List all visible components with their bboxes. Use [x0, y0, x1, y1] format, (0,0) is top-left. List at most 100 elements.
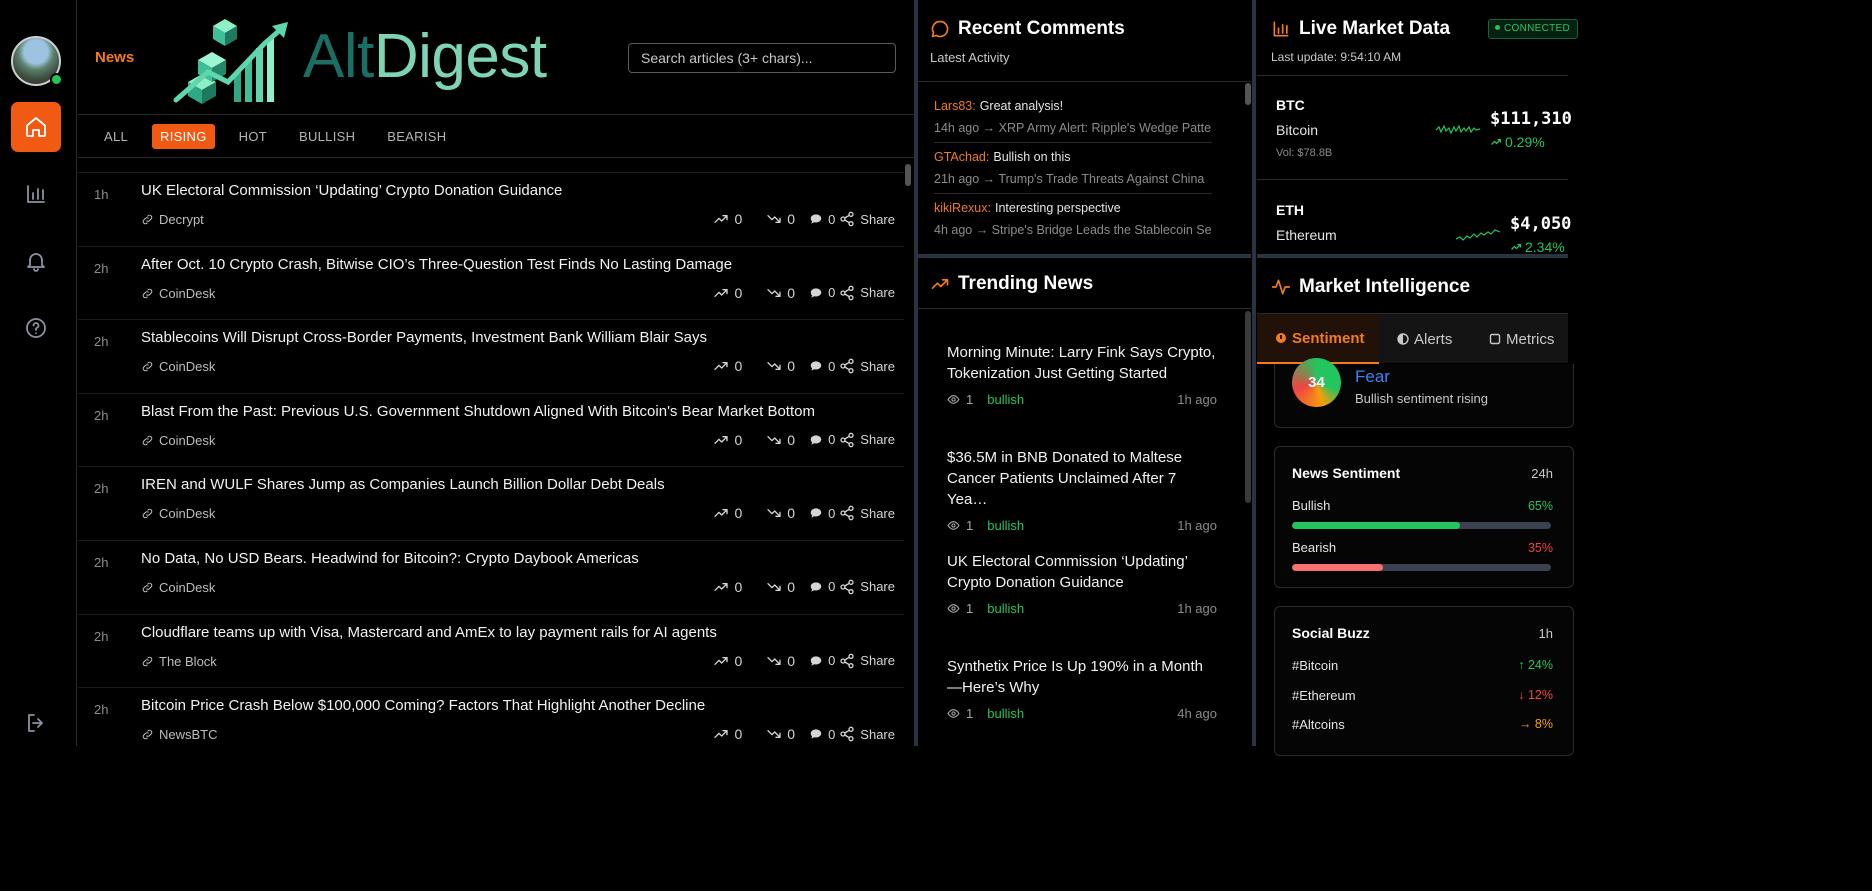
comments-button[interactable]: 0	[809, 727, 835, 742]
trending-title[interactable]: Synthetix Price Is Up 190% in a Month—He…	[947, 656, 1217, 698]
buzz-tag[interactable]: #Altcoins	[1292, 717, 1345, 732]
nav-notifications-button[interactable]	[11, 236, 61, 286]
trending-scrollbar[interactable]	[1245, 311, 1251, 503]
upvote-button[interactable]: 0	[713, 653, 742, 669]
nav-analytics-button[interactable]	[11, 169, 61, 219]
share-button[interactable]: Share	[839, 653, 895, 669]
comments-button[interactable]: 0	[809, 359, 835, 374]
article-row[interactable]: 2h Blast From the Past: Previous U.S. Gov…	[78, 394, 904, 468]
upvote-button[interactable]: 0	[713, 505, 742, 521]
nav-help-button[interactable]	[11, 303, 61, 353]
downvote-button[interactable]: 0	[766, 653, 795, 669]
trending-title[interactable]: Morning Minute: Larry Fink Says Crypto, …	[947, 342, 1217, 384]
comment-user[interactable]: Lars83:	[934, 99, 976, 113]
fear-greed-gauge: 34	[1292, 358, 1341, 407]
article-title[interactable]: Cloudflare teams up with Visa, Mastercar…	[141, 624, 717, 641]
trending-item[interactable]: Morning Minute: Larry Fink Says Crypto, …	[947, 342, 1217, 407]
filter-tab-bullish[interactable]: BULLISH	[291, 124, 363, 149]
share-button[interactable]: Share	[839, 358, 895, 374]
comments-button[interactable]: 0	[809, 579, 835, 594]
downvote-button[interactable]: 0	[766, 505, 795, 521]
upvote-button[interactable]: 0	[713, 726, 742, 742]
article-source[interactable]: CoinDesk	[141, 359, 215, 374]
article-title[interactable]: IREN and WULF Shares Jump as Companies L…	[141, 476, 665, 493]
filter-tab-bearish[interactable]: BEARISH	[379, 124, 454, 149]
article-source[interactable]: CoinDesk	[141, 433, 215, 448]
upvote-button[interactable]: 0	[713, 579, 742, 595]
comments-button[interactable]: 0	[809, 432, 835, 447]
tab-metrics[interactable]: Metrics	[1489, 314, 1554, 364]
upvote-button[interactable]: 0	[713, 432, 742, 448]
column-divider[interactable]	[1252, 0, 1256, 746]
comments-button[interactable]: 0	[809, 212, 835, 227]
trending-title[interactable]: $36.5M in BNB Donated to Maltese Cancer …	[947, 447, 1217, 510]
comments-button[interactable]: 0	[809, 506, 835, 521]
comment-meta[interactable]: 14h ago → XRP Army Alert: Ripple's Wedge…	[934, 121, 1212, 135]
score-note: Bullish sentiment rising	[1355, 391, 1488, 406]
buzz-tag[interactable]: #Bitcoin	[1292, 658, 1338, 673]
share-button[interactable]: Share	[839, 285, 895, 301]
article-source[interactable]: NewsBTC	[141, 727, 218, 742]
comment-user[interactable]: GTAchad:	[934, 150, 989, 164]
downvote-button[interactable]: 0	[766, 358, 795, 374]
article-title[interactable]: No Data, No USD Bears. Headwind for Bitc…	[141, 550, 639, 567]
article-row[interactable]: 1h UK Electoral Commission ‘Updating’ Cry…	[78, 173, 904, 247]
share-button[interactable]: Share	[839, 726, 895, 742]
logout-button[interactable]	[11, 698, 61, 748]
share-button[interactable]: Share	[839, 579, 895, 595]
comment-item[interactable]: GTAchad: Bullish on this 21h ago → Trump's…	[934, 143, 1212, 194]
nav-home-button[interactable]	[11, 102, 61, 152]
buzz-tag[interactable]: #Ethereum	[1292, 688, 1356, 703]
article-source[interactable]: The Block	[141, 654, 217, 669]
article-row[interactable]: 2h Bitcoin Price Crash Below $100,000 Com…	[78, 688, 904, 746]
trending-title[interactable]: UK Electoral Commission ‘Updating’ Crypt…	[947, 551, 1217, 593]
coin-row-btc[interactable]: BTC Bitcoin Vol: $78.8B $111,310 0.29%	[1257, 76, 1572, 180]
feed-scrollbar[interactable]	[905, 164, 911, 186]
filter-tab-all[interactable]: ALL	[96, 124, 136, 149]
tab-sentiment[interactable]: Sentiment	[1257, 314, 1379, 364]
article-source[interactable]: CoinDesk	[141, 580, 215, 595]
trending-item[interactable]: Synthetix Price Is Up 190% in a Month—He…	[947, 656, 1217, 721]
share-label: Share	[860, 432, 895, 448]
comments-scrollbar[interactable]	[1245, 83, 1251, 105]
downvote-button[interactable]: 0	[766, 726, 795, 742]
article-title[interactable]: Stablecoins Will Disrupt Cross-Border Pa…	[141, 329, 707, 346]
article-source[interactable]: Decrypt	[141, 212, 204, 227]
article-title[interactable]: Blast From the Past: Previous U.S. Gover…	[141, 403, 815, 420]
upvote-button[interactable]: 0	[713, 211, 742, 227]
share-button[interactable]: Share	[839, 432, 895, 448]
article-source[interactable]: CoinDesk	[141, 506, 215, 521]
trending-item[interactable]: UK Electoral Commission ‘Updating’ Crypt…	[947, 551, 1217, 616]
comments-button[interactable]: 0	[809, 285, 835, 300]
share-button[interactable]: Share	[839, 505, 895, 521]
downvote-button[interactable]: 0	[766, 579, 795, 595]
comment-user[interactable]: kikiRexux:	[934, 201, 991, 215]
upvote-button[interactable]: 0	[713, 358, 742, 374]
article-source[interactable]: CoinDesk	[141, 286, 215, 301]
filter-tab-hot[interactable]: HOT	[231, 124, 275, 149]
user-avatar[interactable]	[11, 36, 63, 86]
share-button[interactable]: Share	[839, 211, 895, 227]
article-row[interactable]: 2h Cloudflare teams up with Visa, Masterc…	[78, 615, 904, 689]
altdigest-logo[interactable]: AltDigest	[168, 12, 598, 108]
comment-meta[interactable]: 4h ago → Stripe's Bridge Leads the Stabl…	[934, 223, 1212, 237]
article-title[interactable]: Bitcoin Price Crash Below $100,000 Comin…	[141, 697, 705, 714]
article-title[interactable]: After Oct. 10 Crypto Crash, Bitwise CIO’…	[141, 256, 732, 273]
upvote-button[interactable]: 0	[713, 285, 742, 301]
downvote-button[interactable]: 0	[766, 211, 795, 227]
article-row[interactable]: 2h After Oct. 10 Crypto Crash, Bitwise CI…	[78, 247, 904, 321]
trending-item[interactable]: $36.5M in BNB Donated to Maltese Cancer …	[947, 447, 1217, 533]
comment-meta[interactable]: 21h ago → Trump's Trade Threats Against …	[934, 172, 1212, 186]
downvote-button[interactable]: 0	[766, 285, 795, 301]
tab-alerts[interactable]: Alerts	[1397, 314, 1452, 364]
search-input[interactable]	[628, 43, 896, 73]
comments-button[interactable]: 0	[809, 653, 835, 668]
comment-item[interactable]: kikiRexux: Interesting perspective 4h ago …	[934, 194, 1212, 245]
filter-tab-rising[interactable]: RISING	[152, 124, 215, 149]
article-title[interactable]: UK Electoral Commission ‘Updating’ Crypt…	[141, 182, 562, 199]
article-row[interactable]: 2h Stablecoins Will Disrupt Cross-Border …	[78, 320, 904, 394]
comment-item[interactable]: Lars83: Great analysis! 14h ago → XRP Army…	[934, 92, 1212, 143]
article-row[interactable]: 2h IREN and WULF Shares Jump as Companies…	[78, 467, 904, 541]
downvote-button[interactable]: 0	[766, 432, 795, 448]
article-row[interactable]: 2h No Data, No USD Bears. Headwind for Bi…	[78, 541, 904, 615]
